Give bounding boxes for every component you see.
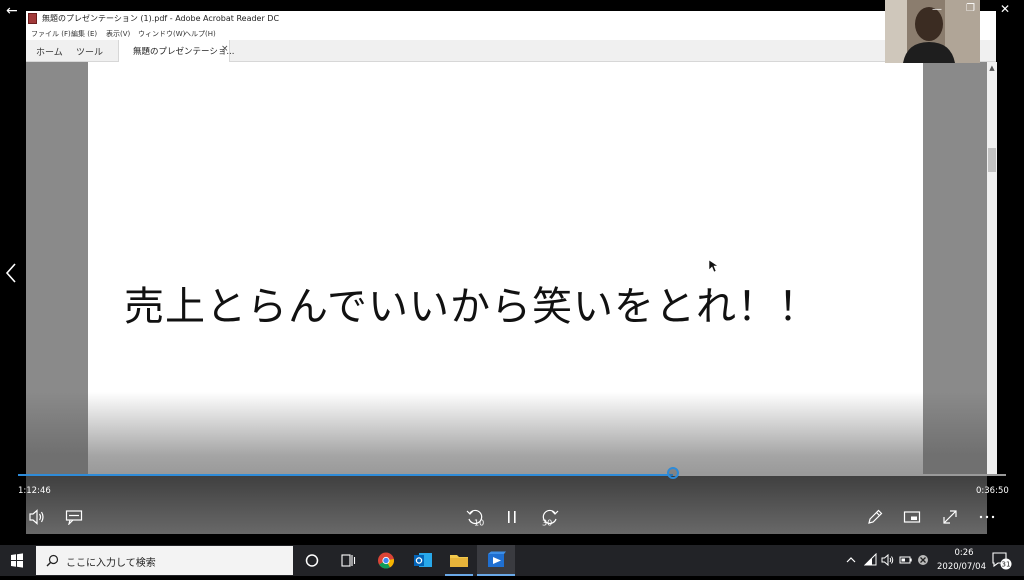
acrobat-menu-bar: ファイル (F) 編集 (E) 表示(V) ウィンドウ(W) ヘルプ(H) (26, 27, 996, 40)
start-button[interactable] (0, 545, 34, 576)
task-view-icon[interactable] (329, 545, 367, 576)
acrobat-window-title: 無題のプレゼンテーション (1).pdf - Adobe Acrobat Rea… (42, 14, 280, 23)
remaining-time: 0:36:50 (976, 486, 1009, 496)
vertical-scrollbar[interactable]: ▲ (987, 62, 997, 474)
movies-tv-icon[interactable] (477, 545, 515, 576)
menu-view[interactable]: 表示(V) (106, 29, 130, 39)
skip-forward-label: 30 (542, 519, 552, 528)
restore-icon[interactable]: ❐ (966, 3, 975, 14)
wifi-icon[interactable] (864, 553, 878, 567)
taskbar-search[interactable]: ここに入力して検索 (36, 546, 293, 575)
seek-bar[interactable] (18, 467, 1006, 479)
pause-button[interactable] (505, 509, 519, 525)
search-icon (46, 554, 59, 567)
search-placeholder: ここに入力して検索 (66, 558, 156, 569)
scroll-thumb[interactable] (988, 148, 996, 172)
mini-view-icon[interactable] (903, 509, 921, 525)
acrobat-title-bar: 無題のプレゼンテーション (1).pdf - Adobe Acrobat Rea… (26, 11, 996, 27)
minimize-icon[interactable]: — (932, 4, 942, 15)
outlook-icon[interactable] (404, 545, 442, 576)
back-arrow-icon[interactable]: ← (6, 3, 18, 19)
close-window-icon[interactable]: ✕ (1000, 2, 1010, 16)
taskbar: ここに入力して検索 0:26 2020/07/04 31 (0, 545, 1024, 576)
more-options-icon[interactable] (978, 510, 996, 524)
mouse-cursor-icon (708, 258, 720, 277)
captions-icon[interactable] (65, 509, 83, 525)
menu-edit[interactable]: 編集 (E) (71, 29, 97, 39)
tab-document[interactable]: 無題のプレゼンテーショ... × (118, 40, 234, 62)
input-method-icon[interactable] (916, 553, 930, 567)
document-tab-label: 無題のプレゼンテーショ... (133, 47, 235, 57)
scroll-up-icon[interactable]: ▲ (987, 64, 997, 72)
windows-logo-icon (11, 553, 23, 568)
chevron-left-icon[interactable] (4, 262, 18, 288)
tab-home[interactable]: ホーム (36, 45, 63, 58)
clock-date[interactable]: 2020/07/04 (937, 562, 986, 572)
seek-thumb[interactable] (667, 467, 679, 479)
chrome-icon[interactable] (367, 545, 405, 576)
acrobat-tab-bar: ホーム ツール 無題のプレゼンテーショ... × (26, 40, 996, 62)
tab-tools[interactable]: ツール (76, 45, 103, 58)
battery-icon[interactable] (899, 554, 913, 566)
chevron-up-icon[interactable] (845, 554, 857, 566)
skip-back-label: 10 (474, 519, 484, 528)
fullscreen-icon[interactable] (941, 508, 959, 526)
menu-help[interactable]: ヘルプ(H) (184, 29, 216, 39)
skip-back-button[interactable]: 10 (465, 507, 485, 527)
volume-icon[interactable] (28, 509, 46, 525)
menu-file[interactable]: ファイル (F) (31, 29, 71, 39)
notification-center-icon[interactable]: 31 (991, 551, 1013, 571)
skip-forward-button[interactable]: 30 (540, 507, 560, 527)
elapsed-time: 1:12:46 (18, 486, 51, 496)
clock-time[interactable]: 0:26 (944, 548, 984, 558)
slide-heading: 売上とらんでいいから笑いをとれ！！ (124, 284, 819, 330)
speaker-icon[interactable] (881, 553, 895, 567)
seek-bar-played (18, 474, 673, 476)
close-tab-icon[interactable]: × (221, 44, 229, 54)
menu-window[interactable]: ウィンドウ(W) (138, 29, 185, 39)
notification-count-badge: 31 (1002, 561, 1011, 569)
cortana-icon[interactable] (293, 545, 331, 576)
edit-pencil-icon[interactable] (866, 508, 884, 526)
file-explorer-icon[interactable] (440, 545, 478, 576)
pdf-document-icon (28, 13, 37, 24)
